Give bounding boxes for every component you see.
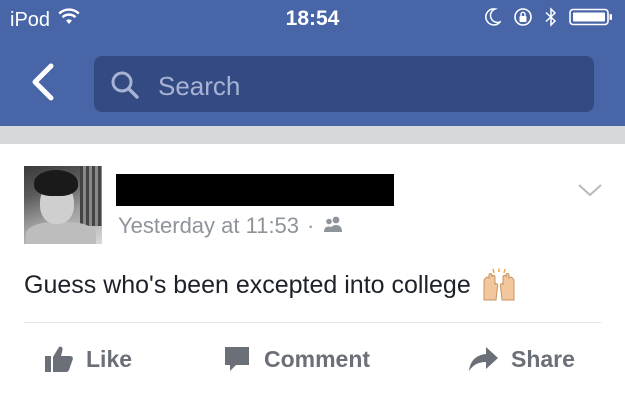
like-label: Like <box>86 345 133 372</box>
rotation-lock-icon <box>513 7 533 32</box>
battery-icon <box>569 8 613 31</box>
post-timestamp[interactable]: Yesterday at 11:53 <box>118 213 299 239</box>
back-button[interactable] <box>25 62 65 102</box>
post-actions: Like Comment Share <box>0 334 625 384</box>
avatar[interactable] <box>24 166 102 244</box>
post-meta: Yesterday at 11:53 · <box>118 213 344 239</box>
feed-post: Yesterday at 11:53 · Guess who's been ex… <box>0 144 625 403</box>
comment-button[interactable]: Comment <box>222 334 370 384</box>
search-input[interactable]: Search <box>94 56 594 112</box>
feed-separator <box>0 126 625 144</box>
status-right-icons <box>485 7 613 32</box>
author-name-redacted[interactable] <box>116 174 394 206</box>
do-not-disturb-moon-icon <box>485 8 503 31</box>
comment-label: Comment <box>264 345 371 372</box>
like-button[interactable]: Like <box>44 334 132 384</box>
post-options-button[interactable] <box>577 182 603 203</box>
raised-hands-emoji-icon <box>481 268 517 302</box>
share-label: Share <box>511 345 575 372</box>
app-header: iPod 18:54 Search <box>0 0 625 126</box>
post-body: Guess who's been excepted into college <box>24 268 517 302</box>
bluetooth-icon <box>545 7 557 32</box>
chevron-down-icon <box>578 184 602 197</box>
post-text: Guess who's been excepted into college <box>24 270 471 299</box>
comment-bubble-icon <box>225 347 249 371</box>
chevron-left-icon <box>32 63 54 101</box>
share-arrow-icon <box>469 347 498 371</box>
search-icon <box>110 70 140 105</box>
meta-separator: · <box>307 213 315 238</box>
share-button[interactable]: Share <box>467 334 575 384</box>
nav-bar: Search <box>0 48 625 118</box>
search-placeholder: Search <box>158 71 241 101</box>
friends-audience-icon[interactable] <box>322 213 344 239</box>
thumbs-up-icon <box>45 346 73 372</box>
action-divider <box>24 322 601 323</box>
status-bar: iPod 18:54 <box>0 0 625 40</box>
